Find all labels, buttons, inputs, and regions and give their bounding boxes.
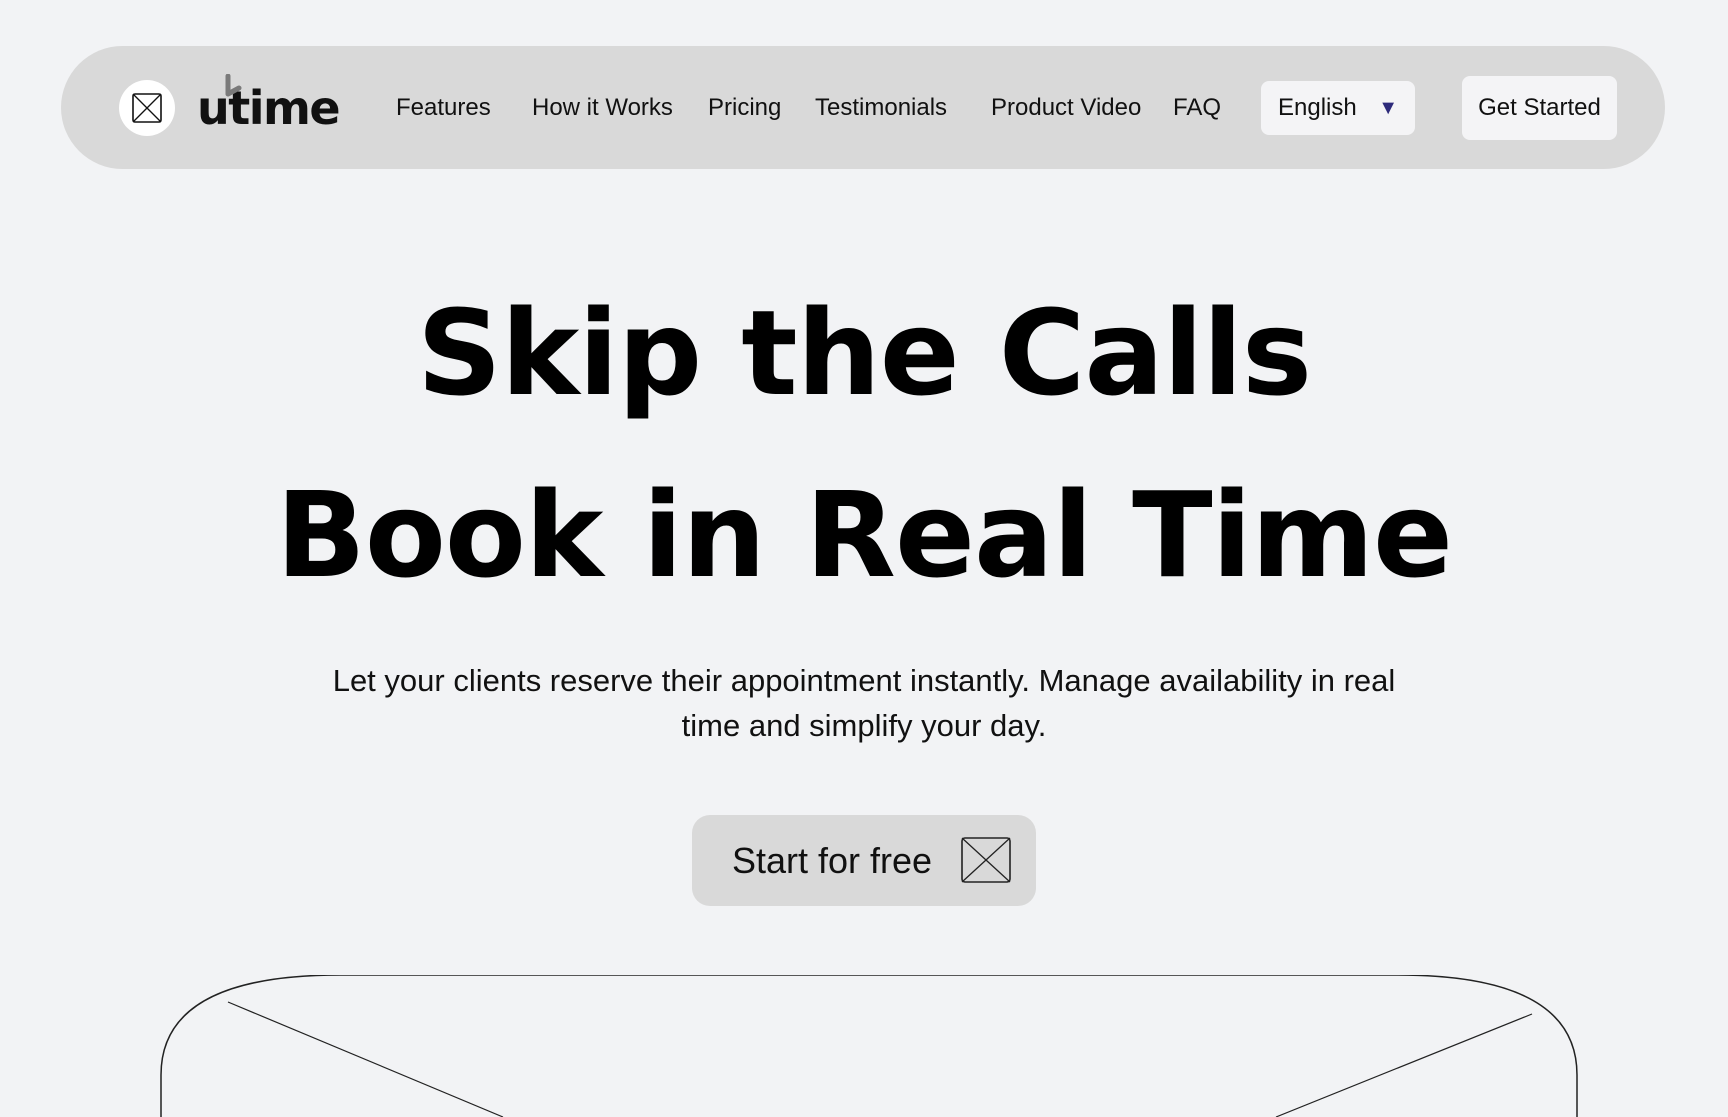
- get-started-button[interactable]: Get Started: [1462, 76, 1617, 140]
- product-preview-placeholder: [160, 975, 1578, 1117]
- start-for-free-button[interactable]: Start for free: [692, 815, 1036, 906]
- nav-link-faq[interactable]: FAQ: [1173, 90, 1221, 126]
- triangle-down-icon: ▼: [1378, 97, 1398, 119]
- top-navbar: utime Features How it Works Pricing Test…: [61, 46, 1665, 169]
- start-for-free-label: Start for free: [732, 839, 933, 881]
- logo-placeholder-icon[interactable]: [119, 80, 175, 136]
- brand-logo-text[interactable]: utime: [197, 78, 341, 138]
- image-placeholder-icon: [961, 837, 1011, 883]
- hero-subtitle: Let your clients reserve their appointme…: [332, 663, 1396, 743]
- hero-title-line-2: Book in Real Time: [275, 466, 1453, 604]
- nav-link-product-video[interactable]: Product Video: [991, 90, 1141, 126]
- nav-link-features[interactable]: Features: [396, 90, 491, 126]
- landing-page: utime Features How it Works Pricing Test…: [0, 0, 1728, 1117]
- language-selected-value: English: [1278, 94, 1357, 121]
- hero-title-line-1: Skip the Calls: [416, 284, 1312, 422]
- language-select[interactable]: English ▼: [1261, 81, 1415, 135]
- nav-link-how-it-works[interactable]: How it Works: [532, 90, 673, 126]
- nav-link-testimonials[interactable]: Testimonials: [815, 90, 947, 126]
- nav-link-pricing[interactable]: Pricing: [708, 90, 781, 126]
